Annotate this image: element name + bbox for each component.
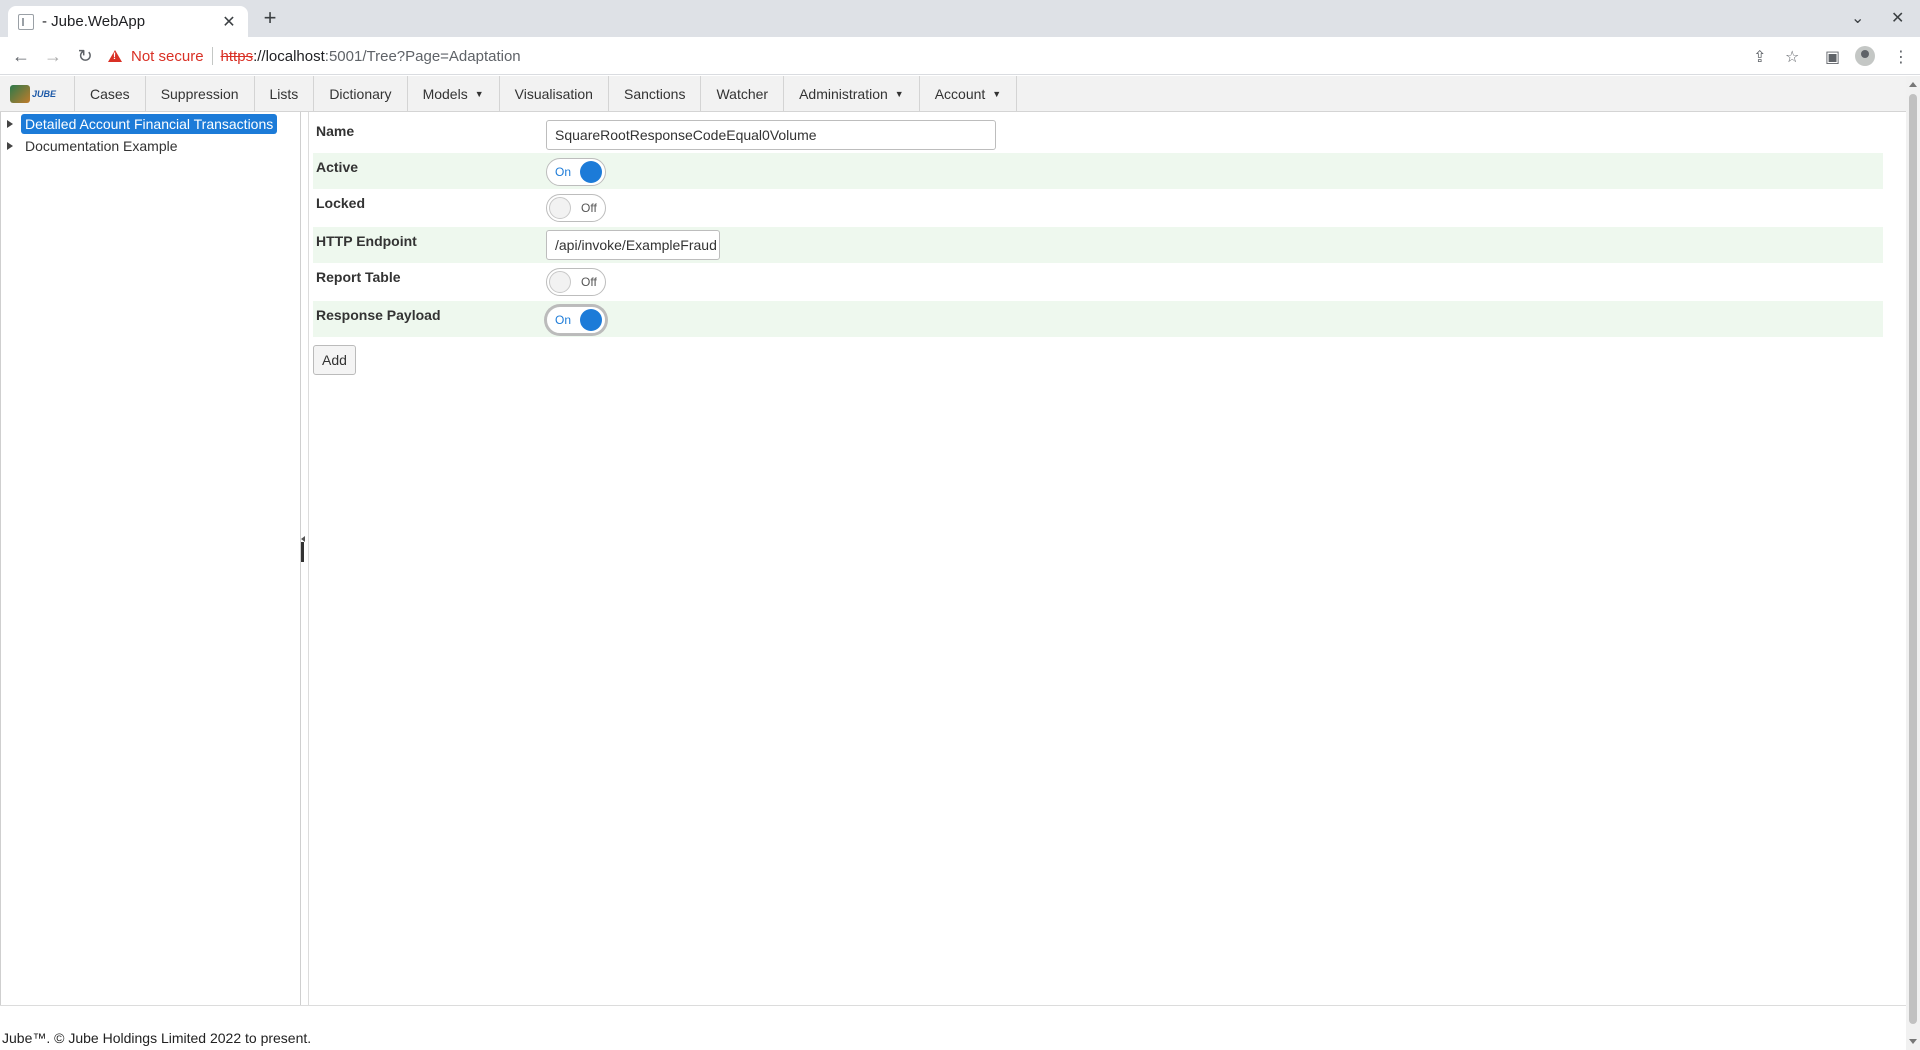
splitter-handle[interactable]: [301, 542, 304, 562]
tree-node[interactable]: Detailed Account Financial Transactions: [7, 114, 278, 134]
chevron-down-icon[interactable]: ⌄: [1851, 8, 1864, 28]
close-window-icon[interactable]: ✕: [1891, 8, 1904, 28]
logo-icon: [10, 84, 30, 103]
http-endpoint-label: HTTP Endpoint: [316, 233, 417, 249]
tree-node[interactable]: Documentation Example: [7, 136, 182, 156]
locked-toggle[interactable]: Off: [546, 194, 606, 222]
nav-sanctions[interactable]: Sanctions: [609, 76, 702, 111]
active-label: Active: [316, 159, 359, 175]
toggle-state-label: On: [555, 313, 572, 327]
report-table-label: Report Table: [316, 269, 401, 285]
nav-label: Account: [934, 85, 986, 102]
page-icon: [18, 13, 34, 30]
nav-lists[interactable]: Lists: [255, 76, 315, 111]
nav-visualisation[interactable]: Visualisation: [500, 76, 609, 111]
app-navbar: JUBE Cases Suppression Lists Dictionary …: [0, 76, 1906, 112]
browser-toolbar: ← → ↻ Not secure https://localhost:5001/…: [0, 37, 1920, 75]
toggle-knob: [549, 197, 571, 219]
name-label: Name: [316, 123, 355, 139]
scroll-thumb[interactable]: [1909, 94, 1917, 1024]
forward-icon[interactable]: →: [41, 46, 65, 66]
side-panel-icon[interactable]: ▣: [1825, 47, 1840, 67]
nav-label: Administration: [799, 85, 888, 102]
address-bar[interactable]: Not secure https://localhost:5001/Tree?P…: [108, 43, 1788, 69]
tree-node-label[interactable]: Documentation Example: [21, 136, 182, 156]
expand-arrow-icon[interactable]: [7, 120, 13, 128]
toggle-knob: [580, 161, 602, 183]
nav-label: Cases: [90, 85, 130, 102]
toggle-state-label: On: [555, 165, 572, 179]
browser-tabstrip: - Jube.WebApp ✕ + ⌄ ✕: [0, 0, 1920, 37]
scroll-down-arrow-icon[interactable]: [1909, 1039, 1917, 1044]
url-host: ://localhost: [253, 47, 325, 65]
footer-divider: [0, 1005, 1906, 1006]
caret-down-icon: ▼: [894, 88, 904, 99]
nav-suppression[interactable]: Suppression: [146, 76, 255, 111]
name-input[interactable]: SquareRootResponseCodeEqual0Volume: [546, 120, 996, 150]
http-endpoint-input[interactable]: /api/invoke/ExampleFraud: [546, 230, 720, 260]
nav-cases[interactable]: Cases: [75, 76, 146, 111]
active-row: Active On: [313, 153, 1883, 189]
http-endpoint-row: HTTP Endpoint /api/invoke/ExampleFraud: [313, 227, 1883, 263]
toggle-knob: [549, 271, 571, 293]
profile-icon[interactable]: [1855, 46, 1875, 66]
nav-label: Sanctions: [623, 85, 686, 102]
caret-down-icon: ▼: [474, 88, 484, 99]
url-path: :5001/Tree?Page=Adaptation: [324, 47, 521, 65]
close-tab-icon[interactable]: ✕: [220, 12, 238, 32]
model-tree: Detailed Account Financial Transactions …: [0, 112, 301, 1005]
menu-kebab-icon[interactable]: ⋮: [1893, 47, 1909, 67]
browser-tab[interactable]: - Jube.WebApp ✕: [8, 6, 248, 37]
nav-label: Models: [422, 85, 468, 102]
page-scrollbar[interactable]: [1906, 76, 1920, 1050]
logo-text: JUBE: [32, 88, 57, 99]
nav-label: Lists: [269, 85, 299, 102]
not-secure-label[interactable]: Not secure: [131, 48, 204, 65]
new-tab-icon[interactable]: +: [258, 6, 282, 30]
response-payload-toggle[interactable]: On: [546, 306, 606, 334]
back-icon[interactable]: ←: [9, 46, 33, 66]
locked-label: Locked: [316, 195, 366, 211]
expand-arrow-icon[interactable]: [7, 142, 13, 150]
nav-label: Suppression: [160, 85, 239, 102]
nav-administration[interactable]: Administration ▼: [784, 76, 920, 111]
divider: [211, 47, 213, 65]
url-scheme: https: [220, 47, 254, 65]
report-table-row: Report Table Off: [313, 263, 1883, 299]
response-payload-label: Response Payload: [316, 307, 441, 323]
add-button[interactable]: Add: [313, 345, 356, 375]
toggle-knob: [580, 309, 602, 331]
nav-label: Watcher: [716, 85, 769, 102]
name-row: Name SquareRootResponseCodeEqual0Volume: [313, 117, 1883, 153]
nav-label: Dictionary: [329, 85, 392, 102]
response-payload-row: Response Payload On: [313, 301, 1883, 337]
nav-watcher[interactable]: Watcher: [701, 76, 785, 111]
toggle-state-label: Off: [581, 275, 597, 289]
star-icon[interactable]: ☆: [1785, 47, 1799, 67]
nav-account[interactable]: Account ▼: [920, 76, 1018, 111]
app-logo[interactable]: JUBE: [0, 76, 75, 111]
reload-icon[interactable]: ↻: [73, 46, 97, 66]
scroll-up-arrow-icon[interactable]: [1909, 82, 1917, 87]
tab-title: - Jube.WebApp: [42, 13, 146, 30]
nav-models[interactable]: Models ▼: [408, 76, 500, 111]
nav-dictionary[interactable]: Dictionary: [314, 76, 408, 111]
warning-icon: [108, 50, 122, 62]
footer-text: Jube™. © Jube Holdings Limited 2022 to p…: [2, 1030, 312, 1046]
report-table-toggle[interactable]: Off: [546, 268, 606, 296]
active-toggle[interactable]: On: [546, 158, 606, 186]
locked-row: Locked Off: [313, 189, 1883, 225]
share-icon[interactable]: ⇪: [1753, 47, 1766, 67]
panel-splitter[interactable]: [301, 112, 309, 1005]
nav-label: Visualisation: [514, 85, 593, 102]
toggle-state-label: Off: [581, 201, 597, 215]
tree-node-label[interactable]: Detailed Account Financial Transactions: [21, 114, 278, 134]
caret-down-icon: ▼: [992, 88, 1002, 99]
